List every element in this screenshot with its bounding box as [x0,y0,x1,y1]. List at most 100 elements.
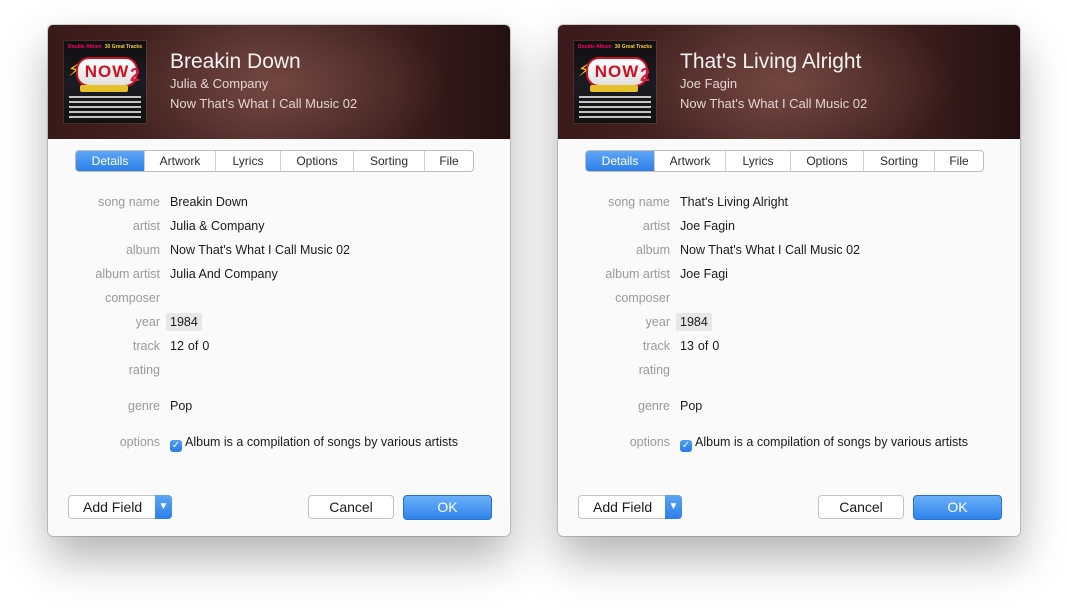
track-label: track [132,339,160,353]
tab-options[interactable]: Options [790,151,863,171]
header-album: Now That's What I Call Music 02 [680,96,868,111]
artwork-number: 2 [129,65,140,85]
artist-field[interactable]: Julia & Company [170,217,265,235]
field-year: year 1984 [48,313,510,331]
compilation-text: Album is a compilation of songs by vario… [185,435,459,449]
compilation-checkbox[interactable]: ✓ [680,440,692,452]
field-options: options ✓ Album is a compilation of songs… [48,433,510,452]
album-artwork: Double Album 30 Great Tracks ⚡ NOW 2 [574,41,656,123]
header-album: Now That's What I Call Music 02 [170,96,358,111]
ok-button[interactable]: OK [913,495,1002,520]
genre-label: genre [128,399,160,413]
cancel-button[interactable]: Cancel [818,495,904,519]
field-album: album Now That's What I Call Music 02 [558,241,1020,259]
artwork-top-right-text: 30 Great Tracks [104,44,142,50]
tab-options[interactable]: Options [280,151,353,171]
compilation-option: ✓ Album is a compilation of songs by vari… [170,433,458,452]
artwork-top-right-text: 30 Great Tracks [614,44,652,50]
track-number-field[interactable]: 13 [680,339,694,353]
artwork-tracklist [69,96,141,121]
tab-artwork[interactable]: Artwork [144,151,215,171]
options-label: options [119,435,160,449]
song-name-label: song name [608,195,670,209]
tab-lyrics[interactable]: Lyrics [725,151,790,171]
header-title: Breakin Down [170,50,301,73]
artwork-logo: NOW [76,57,138,87]
field-song-name: song name That's Living Alright [558,193,1020,211]
artwork-top-left-text: Double Album [578,44,612,50]
ok-button[interactable]: OK [403,495,492,520]
add-field-label: Add Field [593,499,653,515]
field-options: options ✓ Album is a compilation of songs… [558,433,1020,452]
tab-file[interactable]: File [424,151,473,171]
artist-label: artist [132,219,160,233]
artwork-band [80,85,128,92]
album-artist-label: album artist [605,267,670,281]
field-composer: composer [48,289,510,307]
song-name-label: song name [98,195,160,209]
field-genre: genre Pop [558,397,1020,415]
artwork-number: 2 [639,65,650,85]
tab-lyrics[interactable]: Lyrics [215,151,280,171]
track-number-field[interactable]: 12 [170,339,184,353]
artwork-band [590,85,638,92]
track-field: 13 of 0 [680,337,719,355]
options-label: options [629,435,670,449]
chevron-down-icon[interactable]: ▼ [665,495,682,519]
cancel-button[interactable]: Cancel [308,495,394,519]
album-artist-field[interactable]: Joe Fagi [680,265,728,283]
tab-bar: Details Artwork Lyrics Options Sorting F… [75,150,474,172]
field-album: album Now That's What I Call Music 02 [48,241,510,259]
track-field: 12 of 0 [170,337,209,355]
tab-bar: Details Artwork Lyrics Options Sorting F… [585,150,984,172]
tab-sorting[interactable]: Sorting [863,151,934,171]
album-artist-label: album artist [95,267,160,281]
artist-label: artist [642,219,670,233]
tab-sorting[interactable]: Sorting [353,151,424,171]
song-info-dialog-2: Double Album 30 Great Tracks ⚡ NOW 2 Tha… [558,25,1020,536]
song-name-field[interactable]: That's Living Alright [680,193,788,211]
chevron-down-icon[interactable]: ▼ [155,495,172,519]
artist-field[interactable]: Joe Fagin [680,217,735,235]
field-artist: artist Joe Fagin [558,217,1020,235]
track-total-field[interactable]: 0 [202,339,209,353]
year-field[interactable]: 1984 [166,313,202,331]
genre-label: genre [638,399,670,413]
tab-file[interactable]: File [934,151,983,171]
album-field[interactable]: Now That's What I Call Music 02 [170,241,350,259]
field-album-artist: album artist Julia And Company [48,265,510,283]
album-label: album [125,243,160,257]
field-year: year 1984 [558,313,1020,331]
field-composer: composer [558,289,1020,307]
composer-label: composer [615,291,670,305]
field-artist: artist Julia & Company [48,217,510,235]
year-label: year [135,315,160,329]
header-artist: Julia & Company [170,76,269,91]
tab-details[interactable]: Details [76,151,144,171]
compilation-checkbox[interactable]: ✓ [170,440,182,452]
year-label: year [645,315,670,329]
dialog-header: Double Album 30 Great Tracks ⚡ NOW 2 Bre… [48,25,510,139]
genre-field[interactable]: Pop [680,397,702,415]
add-field-button[interactable]: Add Field ▼ [68,495,172,519]
song-name-field[interactable]: Breakin Down [170,193,248,211]
genre-field[interactable]: Pop [170,397,192,415]
tab-details[interactable]: Details [586,151,654,171]
header-artist: Joe Fagin [680,76,738,91]
year-field[interactable]: 1984 [676,313,712,331]
track-of-text: of [187,339,199,353]
track-of-text: of [697,339,709,353]
composer-label: composer [105,291,160,305]
header-title: That's Living Alright [680,50,862,73]
add-field-label: Add Field [83,499,143,515]
dialog-header: Double Album 30 Great Tracks ⚡ NOW 2 Tha… [558,25,1020,139]
tab-artwork[interactable]: Artwork [654,151,725,171]
field-rating: rating [558,361,1020,379]
album-artist-field[interactable]: Julia And Company [170,265,278,283]
artwork-logo: NOW [586,57,648,87]
field-song-name: song name Breakin Down [48,193,510,211]
add-field-button[interactable]: Add Field ▼ [578,495,682,519]
album-field[interactable]: Now That's What I Call Music 02 [680,241,860,259]
song-info-dialog-1: Double Album 30 Great Tracks ⚡ NOW 2 Bre… [48,25,510,536]
track-total-field[interactable]: 0 [712,339,719,353]
